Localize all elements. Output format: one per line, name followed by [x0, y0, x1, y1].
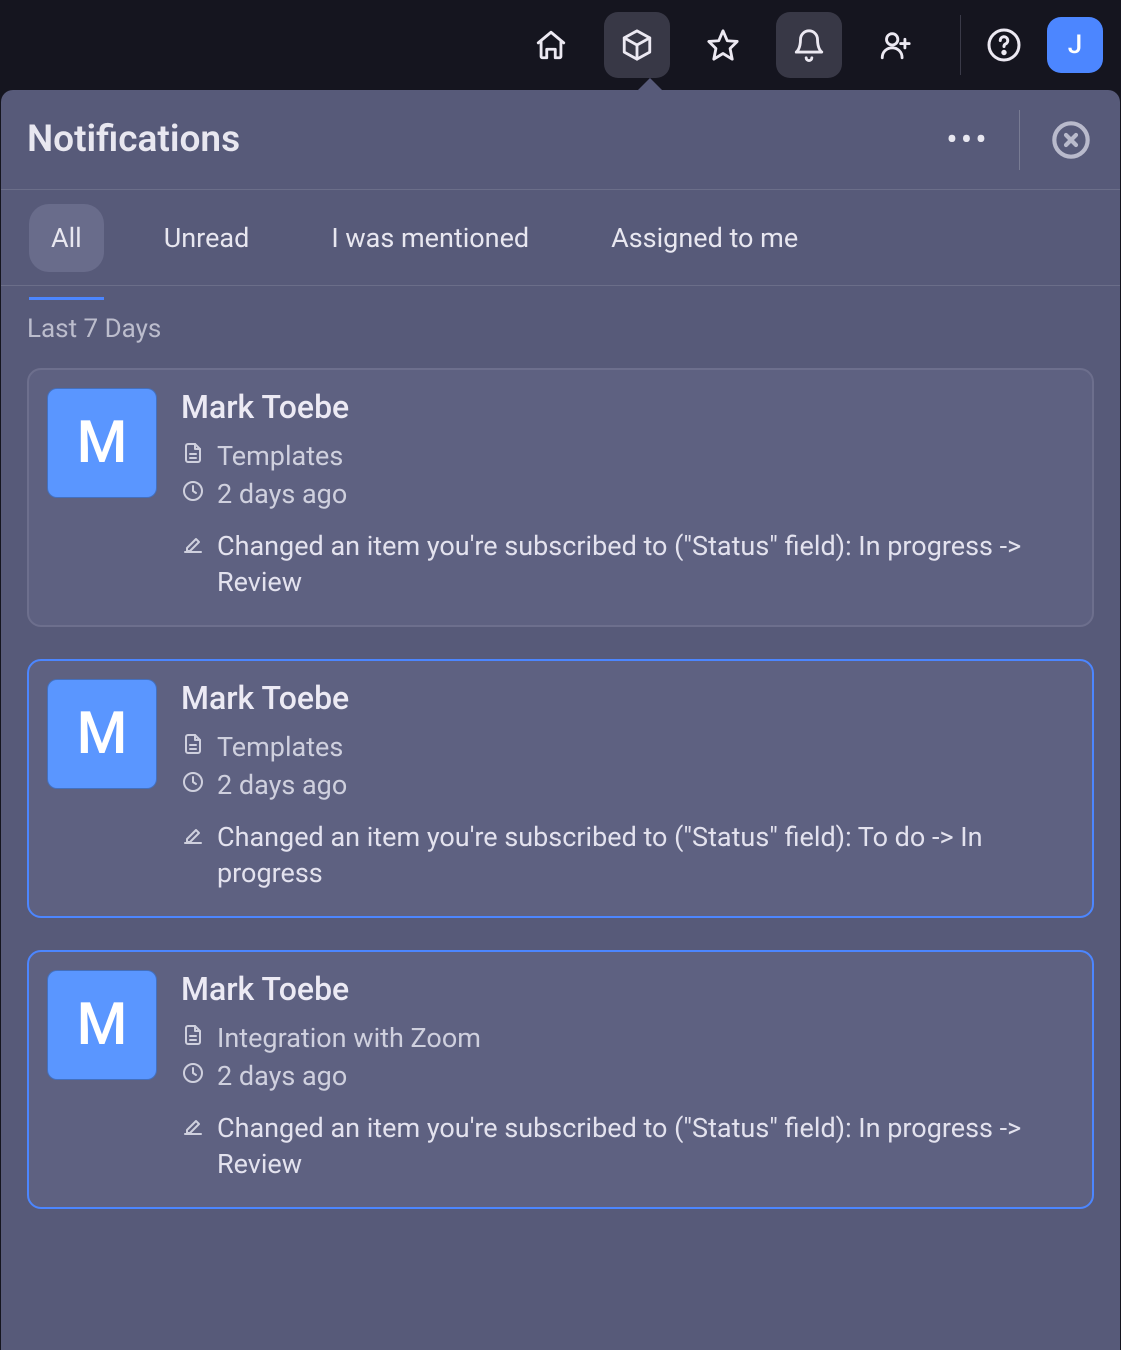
header-divider: [1019, 110, 1020, 170]
notification-avatar: M: [47, 388, 157, 498]
notification-item: Integration with Zoom: [217, 1022, 481, 1054]
panel-header: Notifications •••: [1, 90, 1120, 190]
notification-card[interactable]: M Mark Toebe Templates 2 days ago Changed an…: [27, 659, 1094, 918]
notification-desc: Changed an item you're subscribed to ("S…: [217, 528, 1072, 601]
notification-body: Mark Toebe Templates 2 days ago Changed an …: [181, 679, 1072, 892]
panel-header-actions: •••: [945, 110, 1094, 170]
notification-time: 2 days ago: [217, 1060, 347, 1092]
notification-item-row: Templates: [181, 440, 1072, 472]
help-icon[interactable]: [981, 22, 1027, 68]
tab-unread[interactable]: Unread: [142, 204, 272, 272]
notification-time-row: 2 days ago: [181, 478, 1072, 510]
nav-group: [518, 12, 928, 78]
notification-body: Mark Toebe Integration with Zoom 2 days ag…: [181, 970, 1072, 1183]
notification-item: Templates: [217, 731, 343, 763]
notification-card[interactable]: M Mark Toebe Templates 2 days ago Changed an…: [27, 368, 1094, 627]
notification-item-row: Integration with Zoom: [181, 1022, 1072, 1054]
notification-avatar: M: [47, 970, 157, 1080]
notification-item-row: Templates: [181, 731, 1072, 763]
clock-icon: [181, 769, 205, 801]
topbar-divider: [960, 15, 961, 75]
tab-assigned[interactable]: Assigned to me: [589, 204, 820, 272]
notification-time: 2 days ago: [217, 478, 347, 510]
tab-label: Assigned to me: [611, 222, 798, 254]
notification-desc-row: Changed an item you're subscribed to ("S…: [181, 1110, 1072, 1183]
notification-body: Mark Toebe Templates 2 days ago Changed an …: [181, 388, 1072, 601]
user-avatar-initial: J: [1068, 30, 1082, 60]
box-icon[interactable]: [604, 12, 670, 78]
edit-icon: [181, 819, 205, 856]
notification-user: Mark Toebe: [181, 388, 1072, 426]
notification-desc: Changed an item you're subscribed to ("S…: [217, 1110, 1072, 1183]
tab-mentioned[interactable]: I was mentioned: [309, 204, 551, 272]
user-avatar-button[interactable]: J: [1047, 17, 1103, 73]
notification-avatar: M: [47, 679, 157, 789]
add-user-icon[interactable]: [862, 12, 928, 78]
notification-time-row: 2 days ago: [181, 769, 1072, 801]
notification-time: 2 days ago: [217, 769, 347, 801]
tabs: All Unread I was mentioned Assigned to m…: [1, 190, 1120, 286]
notification-time-row: 2 days ago: [181, 1060, 1072, 1092]
tab-label: I was mentioned: [331, 222, 529, 254]
notification-user: Mark Toebe: [181, 679, 1072, 717]
bell-icon[interactable]: [776, 12, 842, 78]
notifications-panel: Notifications ••• All Unread I was menti…: [1, 90, 1120, 1350]
document-icon: [181, 731, 205, 763]
topbar: J: [0, 0, 1121, 90]
document-icon: [181, 440, 205, 472]
notification-card[interactable]: M Mark Toebe Integration with Zoom 2 days a…: [27, 950, 1094, 1209]
tab-label: All: [51, 222, 82, 254]
star-icon[interactable]: [690, 12, 756, 78]
notification-desc: Changed an item you're subscribed to ("S…: [217, 819, 1072, 892]
notification-user: Mark Toebe: [181, 970, 1072, 1008]
notification-desc-row: Changed an item you're subscribed to ("S…: [181, 819, 1072, 892]
tab-label: Unread: [164, 222, 250, 254]
notification-desc-row: Changed an item you're subscribed to ("S…: [181, 528, 1072, 601]
notification-item: Templates: [217, 440, 343, 472]
edit-icon: [181, 1110, 205, 1147]
tab-all[interactable]: All: [29, 204, 104, 272]
clock-icon: [181, 478, 205, 510]
notifications-scroll[interactable]: Last 7 Days M Mark Toebe Templates 2 days a…: [1, 286, 1120, 1350]
clock-icon: [181, 1060, 205, 1092]
close-icon[interactable]: [1048, 117, 1094, 163]
more-icon[interactable]: •••: [945, 117, 991, 163]
panel-title: Notifications: [27, 118, 945, 161]
document-icon: [181, 1022, 205, 1054]
edit-icon: [181, 528, 205, 565]
section-label: Last 7 Days: [27, 314, 1094, 344]
home-icon[interactable]: [518, 12, 584, 78]
